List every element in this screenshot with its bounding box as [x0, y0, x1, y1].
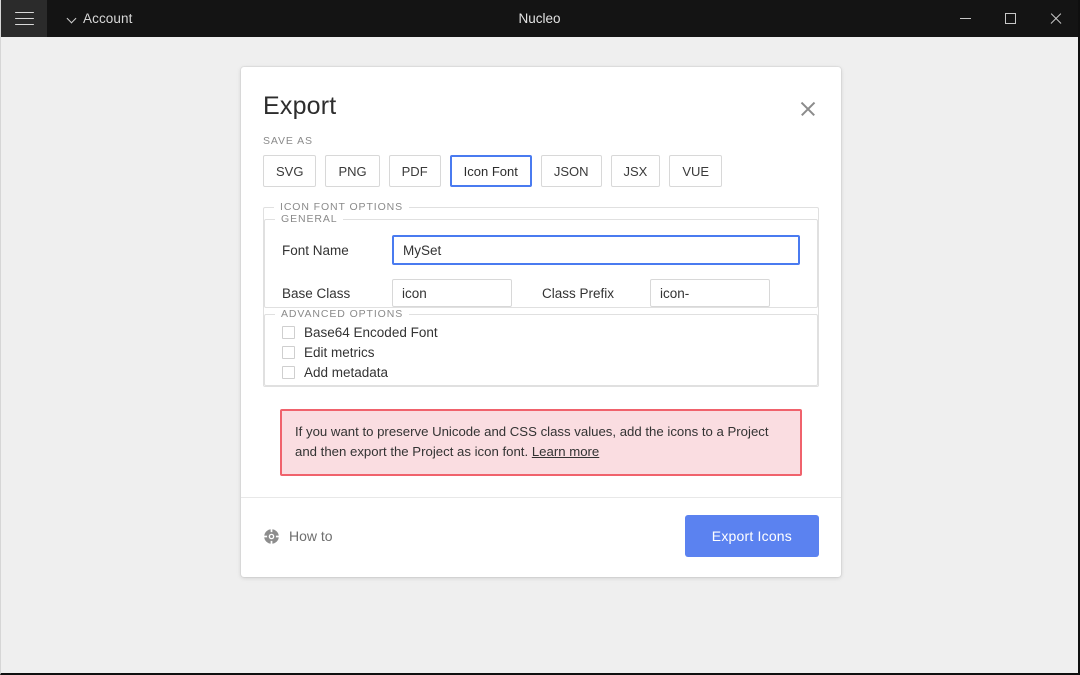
font-name-row: Font Name — [265, 235, 817, 265]
close-icon — [800, 100, 816, 116]
window-title: Nucleo — [518, 11, 561, 26]
font-name-label: Font Name — [282, 242, 349, 258]
add-metadata-checkbox[interactable] — [282, 366, 295, 379]
window-controls — [943, 0, 1078, 37]
class-prefix-input[interactable] — [650, 279, 770, 307]
format-button-pdf[interactable]: PDF — [388, 155, 441, 187]
advanced-options-group: ADVANCED OPTIONS Base64 Encoded Font Edi… — [264, 308, 818, 386]
close-dialog-button[interactable] — [793, 93, 823, 123]
icon-font-options-legend: ICON FONT OPTIONS — [280, 201, 404, 213]
export-icons-button[interactable]: Export Icons — [684, 515, 819, 557]
minimize-icon — [960, 17, 971, 20]
add-metadata-label: Add metadata — [304, 365, 389, 380]
lifebuoy-icon — [263, 528, 280, 544]
advanced-options-legend: ADVANCED OPTIONS — [281, 308, 404, 320]
base-class-input[interactable] — [392, 279, 512, 307]
icon-font-options-group: ICON FONT OPTIONS GENERAL Font Name Base… — [263, 201, 819, 387]
dialog-title: Export — [263, 92, 337, 120]
maximize-button[interactable] — [988, 0, 1033, 37]
base64-label: Base64 Encoded Font — [304, 325, 438, 340]
main-menu-button[interactable] — [1, 0, 47, 37]
format-button-icon-font[interactable]: Icon Font — [449, 155, 532, 187]
edit-metrics-checkbox[interactable] — [282, 346, 295, 359]
checkbox-row-base64[interactable]: Base64 Encoded Font — [265, 325, 817, 340]
general-legend: GENERAL — [281, 213, 338, 225]
format-button-jsx[interactable]: JSX — [610, 155, 661, 187]
close-window-button[interactable] — [1033, 0, 1078, 37]
class-names-row: Base Class Class Prefix — [265, 279, 817, 307]
format-button-vue[interactable]: VUE — [669, 155, 723, 187]
base-class-label: Base Class — [282, 285, 351, 301]
format-button-svg[interactable]: SVG — [263, 155, 317, 187]
general-options-group: GENERAL Font Name Base Class Class Prefi… — [264, 213, 818, 308]
learn-more-link[interactable]: Learn more — [532, 444, 599, 459]
save-as-label: SAVE AS — [263, 135, 313, 147]
chevron-down-icon — [67, 14, 76, 23]
format-button-json[interactable]: JSON — [540, 155, 602, 187]
base64-checkbox[interactable] — [282, 326, 295, 339]
export-dialog: Export SAVE AS SVG PNG PDF Icon Font JSO… — [241, 67, 841, 577]
minimize-button[interactable] — [943, 0, 988, 37]
checkbox-row-add-metadata[interactable]: Add metadata — [265, 365, 817, 380]
account-menu-button[interactable]: Account — [63, 0, 136, 37]
checkbox-row-edit-metrics[interactable]: Edit metrics — [265, 345, 817, 360]
maximize-icon — [1005, 13, 1016, 24]
warning-alert: If you want to preserve Unicode and CSS … — [280, 409, 802, 476]
close-window-icon — [1049, 12, 1062, 25]
how-to-label: How to — [289, 528, 333, 544]
font-name-input[interactable] — [392, 235, 800, 265]
hamburger-icon — [14, 11, 34, 26]
app-stage: Export SAVE AS SVG PNG PDF Icon Font JSO… — [1, 37, 1078, 673]
how-to-link[interactable]: How to — [263, 528, 333, 545]
edit-metrics-label: Edit metrics — [304, 345, 375, 360]
account-label: Account — [83, 11, 133, 26]
class-prefix-label: Class Prefix — [542, 285, 615, 301]
format-button-png[interactable]: PNG — [325, 155, 380, 187]
title-bar: Account Nucleo — [1, 0, 1078, 37]
dialog-body: Export SAVE AS SVG PNG PDF Icon Font JSO… — [241, 67, 841, 476]
dialog-header: Export — [263, 89, 819, 123]
dialog-footer: How to Export Icons — [241, 497, 841, 577]
format-button-group: SVG PNG PDF Icon Font JSON JSX VUE — [263, 155, 819, 187]
app-window: Account Nucleo Export SAVE AS SVG PNG PD… — [0, 0, 1080, 675]
